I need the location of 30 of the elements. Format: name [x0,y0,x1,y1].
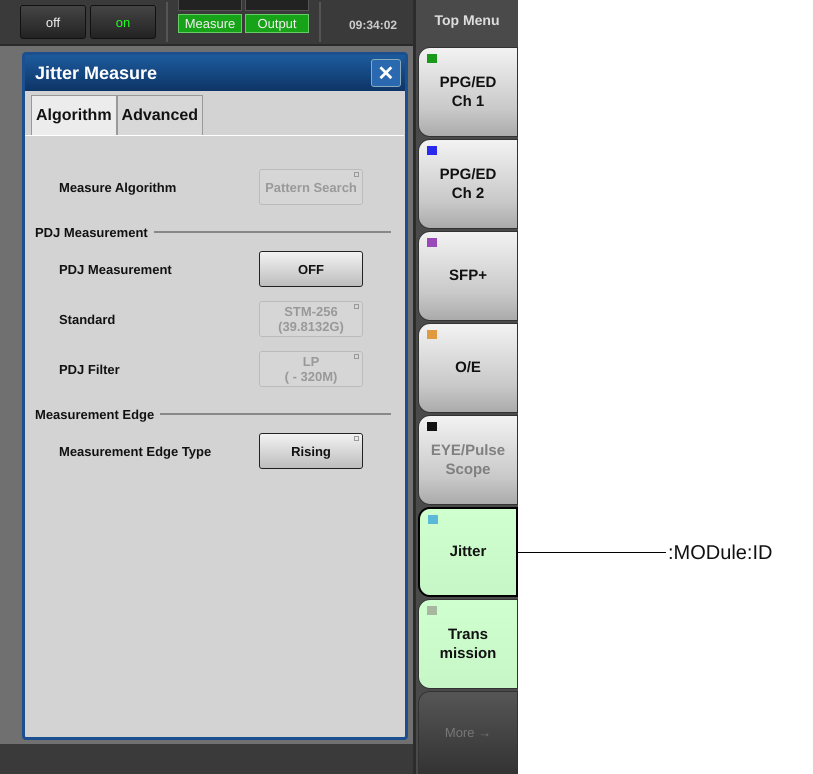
section-heading: PDJ Measurement [35,224,148,240]
clock-time: 09:34:02 [349,18,398,32]
status-indicator: Output [245,14,309,33]
setting-label: Standard [59,312,116,326]
menu-button[interactable]: Jitter [418,507,518,597]
menu-title: Top Menu [433,11,501,30]
menu-button[interactable]: PPG/ED Ch 1 [418,47,518,137]
toggle-button[interactable]: off [20,5,86,39]
annotation-label: :MODule:ID [668,542,772,565]
setting-label: Measure Algorithm [59,180,176,194]
menu-button[interactable]: PPG/ED Ch 2 [418,139,518,229]
tab[interactable]: Algorithm [31,95,117,135]
toggle-button[interactable]: on [90,5,156,39]
dropdown-indicator-icon [354,172,359,177]
dialog-title: Jitter Measure [35,62,158,84]
close-button[interactable]: ✕ [371,59,401,87]
value-button[interactable]: OFF [259,251,363,287]
section-heading: Measurement Edge [35,406,154,422]
value-button[interactable]: Rising [259,433,363,469]
setting-label: PDJ Filter [59,362,120,376]
setting-label: Measurement Edge Type [59,444,212,458]
dropdown-indicator-icon [354,436,359,441]
tab[interactable]: Advanced [116,95,204,135]
menu-button[interactable]: SFP+ [418,231,518,321]
dropdown-indicator-icon [354,304,359,309]
status-indicator: Measure [178,14,242,33]
menu-button[interactable]: Trans mission [418,599,518,689]
menu-button[interactable]: O/E [418,323,518,413]
setting-label: PDJ Measurement [59,262,172,276]
dropdown-indicator-icon [354,354,359,359]
